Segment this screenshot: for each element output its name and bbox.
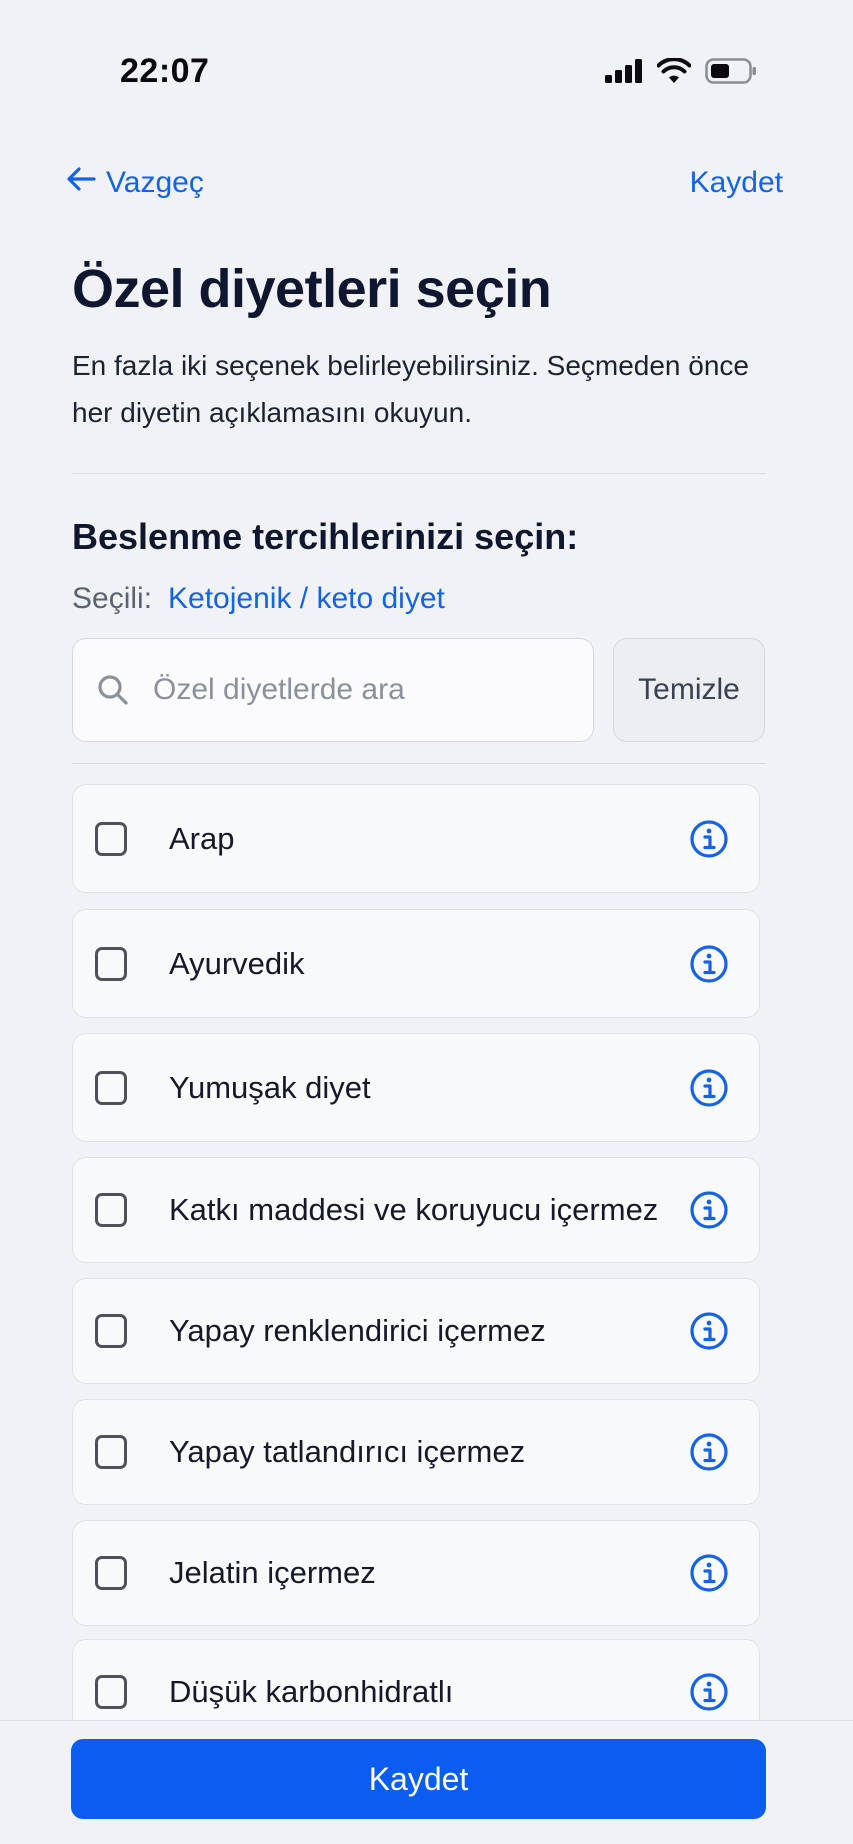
info-icon[interactable] <box>689 1432 729 1472</box>
diet-label: Yapay renklendirici içermez <box>169 1313 546 1348</box>
diet-list-item[interactable]: Katkı maddesi ve koruyucu içermez <box>72 1157 760 1263</box>
page-title: Özel diyetleri seçin <box>72 259 552 319</box>
divider <box>72 763 766 764</box>
diet-list-item[interactable]: Yapay tatlandırıcı içermez <box>72 1399 760 1505</box>
info-icon[interactable] <box>689 819 729 859</box>
search-icon <box>95 672 131 708</box>
diet-label: Yumuşak diyet <box>169 1069 371 1105</box>
info-icon[interactable] <box>689 1672 729 1712</box>
diet-label: Ayurvedik <box>169 945 305 981</box>
diet-label: Katkı maddesi ve koruyucu içermez <box>169 1192 659 1227</box>
save-button[interactable]: Kaydet <box>71 1739 766 1819</box>
info-icon[interactable] <box>689 1553 729 1593</box>
navigation-bar: Vazgeç Kaydet <box>0 160 853 210</box>
cellular-signal-icon <box>605 59 643 88</box>
diet-checkbox[interactable] <box>95 1314 127 1348</box>
diet-label: Düşük karbonhidratlı <box>169 1674 454 1709</box>
diet-label: Jelatin içermez <box>169 1555 376 1590</box>
diet-checkbox[interactable] <box>95 946 127 981</box>
info-icon[interactable] <box>689 944 729 984</box>
section-title: Beslenme tercihlerinizi seçin: <box>72 516 579 557</box>
status-time: 22:07 <box>120 52 210 90</box>
diet-list-item[interactable]: Ayurvedik <box>72 909 760 1018</box>
selected-label: Seçili: <box>72 582 153 615</box>
diet-list-item[interactable]: Yumuşak diyet <box>72 1033 760 1142</box>
diet-label: Yapay tatlandırıcı içermez <box>169 1434 526 1469</box>
diet-list-item[interactable]: Jelatin içermez <box>72 1520 760 1626</box>
diet-label: Arap <box>169 820 235 856</box>
status-bar: 22:07 <box>0 0 853 150</box>
cancel-button[interactable]: Vazgeç <box>66 166 204 200</box>
diet-checkbox[interactable] <box>95 1675 127 1709</box>
search-box <box>72 638 594 742</box>
arrow-left-icon <box>66 166 96 200</box>
info-icon[interactable] <box>689 1311 729 1351</box>
page-subtitle: En fazla iki seçenek belirleyebilirsiniz… <box>72 350 750 428</box>
divider <box>72 473 766 474</box>
status-icons <box>605 57 757 89</box>
diet-checkbox[interactable] <box>95 1556 127 1590</box>
selected-summary: Seçili: Ketojenik / keto diyet <box>72 582 445 616</box>
diet-checkbox[interactable] <box>95 1070 127 1105</box>
wifi-icon <box>656 57 692 89</box>
battery-icon <box>705 58 757 89</box>
header-save-button[interactable]: Kaydet <box>690 166 783 200</box>
selected-value[interactable]: Ketojenik / keto diyet <box>168 582 445 616</box>
clear-button[interactable]: Temizle <box>613 638 765 742</box>
screen: 22:07 Vazgeç Kaydet Özel diyetleri seçin… <box>0 0 853 1844</box>
diet-list-item[interactable]: Arap <box>72 784 760 893</box>
search-input[interactable] <box>153 673 553 707</box>
diet-list-item[interactable]: Yapay renklendirici içermez <box>72 1278 760 1384</box>
info-icon[interactable] <box>689 1190 729 1230</box>
cancel-label: Vazgeç <box>106 166 204 199</box>
info-icon[interactable] <box>689 1068 729 1108</box>
diet-checkbox[interactable] <box>95 1193 127 1227</box>
diet-checkbox[interactable] <box>95 821 127 856</box>
diet-checkbox[interactable] <box>95 1435 127 1469</box>
